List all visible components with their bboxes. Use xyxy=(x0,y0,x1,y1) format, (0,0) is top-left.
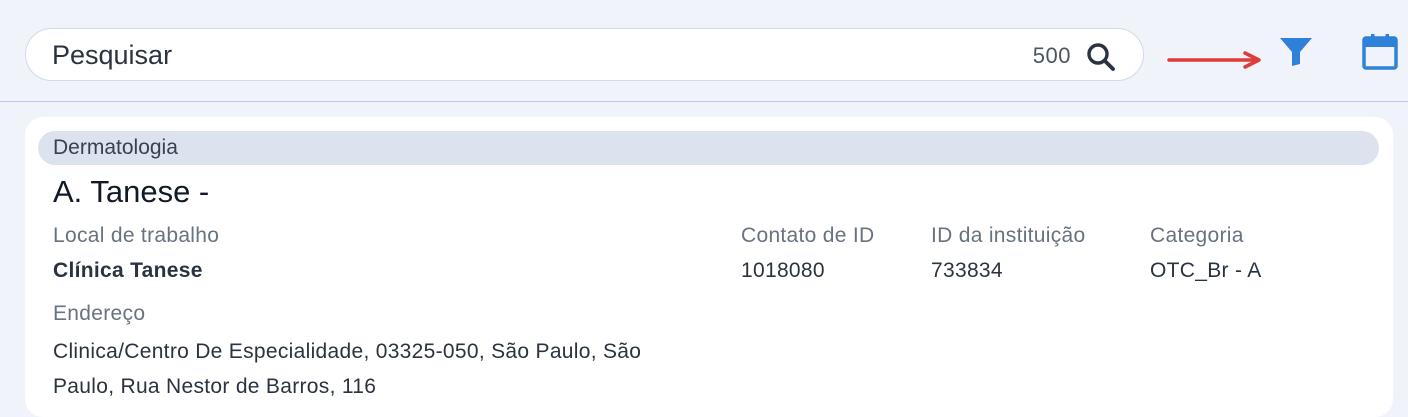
search-input[interactable] xyxy=(52,37,952,73)
search-bar[interactable]: 500 xyxy=(25,28,1144,81)
institution-id-label: ID da instituição xyxy=(931,224,1086,247)
workplace-label: Local de trabalho xyxy=(53,224,220,247)
category-label: Categoria xyxy=(1150,224,1244,247)
specialty-badge: Dermatologia xyxy=(38,131,1379,165)
contact-name: A. Tanese - xyxy=(53,174,210,209)
category-value: OTC_Br - A xyxy=(1150,259,1262,282)
arrow-right-icon xyxy=(1167,51,1261,69)
contact-id-label: Contato de ID xyxy=(741,224,875,247)
contact-id-value: 1018080 xyxy=(741,259,825,282)
contact-card[interactable]: Dermatologia A. Tanese - Local de trabal… xyxy=(25,117,1393,417)
search-icon[interactable] xyxy=(1085,41,1117,73)
address-label: Endereço xyxy=(53,302,146,325)
result-count: 500 xyxy=(1032,43,1071,68)
calendar-icon[interactable] xyxy=(1362,33,1398,70)
institution-id-value: 733834 xyxy=(931,259,1003,282)
filter-icon[interactable] xyxy=(1279,37,1313,67)
top-bar: 500 xyxy=(0,0,1408,102)
address-value: Clinica/Centro De Especialidade, 03325-0… xyxy=(53,340,642,398)
workplace-value: Clínica Tanese xyxy=(53,259,203,282)
